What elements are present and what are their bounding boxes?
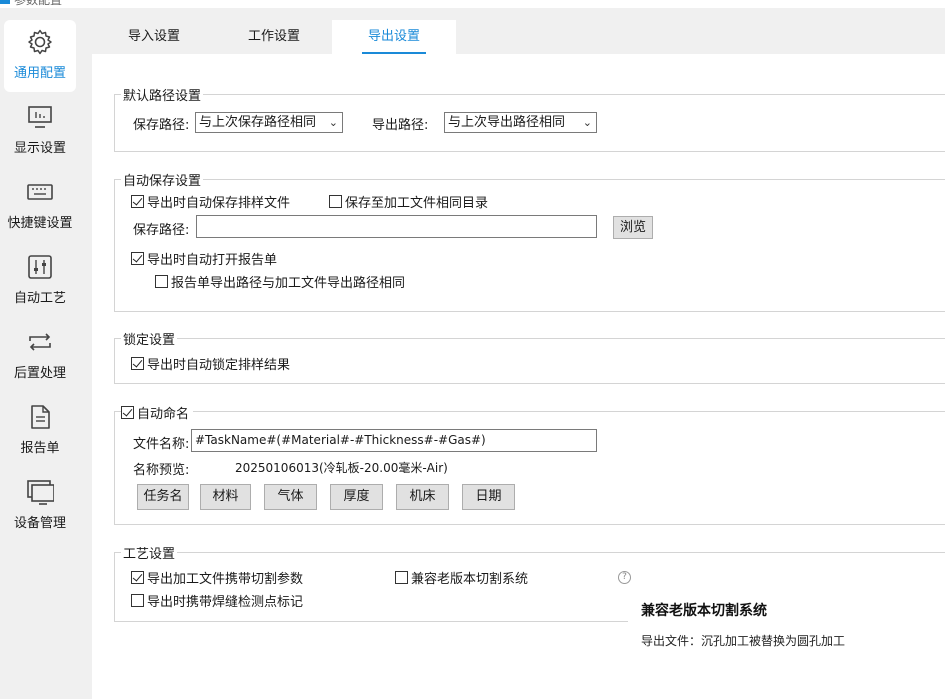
tab-label: 导入设置 — [127, 29, 180, 44]
sidebar-item-report[interactable]: 报告单 — [4, 395, 76, 467]
group-title: 默认路径设置 — [121, 85, 204, 104]
save-path-label: 保存路径: — [133, 118, 190, 133]
group-title: 锁定设置 — [121, 329, 178, 348]
name-preview-label: 名称预览: — [133, 463, 190, 478]
sidebar-item-label: 自动工艺 — [13, 291, 66, 306]
tab-bar: 导入设置 工作设置 导出设置 — [92, 8, 945, 54]
monitor-icon — [28, 106, 52, 128]
group-title: 工艺设置 — [121, 543, 178, 562]
save-to-same-dir-checkbox[interactable]: 保存至加工文件相同目录 — [329, 192, 488, 211]
checkbox-checked-icon — [131, 357, 144, 370]
checkbox-checked-icon — [131, 252, 144, 265]
sidebar-item-label: 设备管理 — [13, 516, 66, 531]
auto-save-path-label: 保存路径: — [133, 223, 190, 238]
tag-machine-button[interactable]: 机床 — [396, 484, 449, 510]
help-icon[interactable]: ? — [618, 571, 631, 584]
tag-date-button[interactable]: 日期 — [462, 484, 515, 510]
gear-icon — [28, 29, 52, 55]
checkbox-checked-icon — [131, 195, 144, 208]
app-icon — [0, 0, 10, 4]
checkbox-label: 导出时携带焊缝检测点标记 — [147, 595, 304, 610]
file-name-label: 文件名称: — [133, 437, 190, 452]
export-path-select[interactable]: 与上次导出路径相同 ⌄ — [444, 112, 597, 133]
sidebar-item-general[interactable]: 通用配置 — [4, 20, 76, 92]
auto-naming-checkbox[interactable]: 自动命名 — [121, 403, 194, 422]
compat-old-system-checkbox[interactable]: 兼容老版本切割系统 — [395, 568, 528, 587]
tab-export-settings[interactable]: 导出设置 — [332, 20, 456, 54]
save-path-select-value: 与上次保存路径相同 — [199, 115, 317, 130]
tooltip-title: 兼容老版本切割系统 — [641, 603, 767, 619]
checkbox-unchecked-icon — [131, 594, 144, 607]
report-same-path-checkbox[interactable]: 报告单导出路径与加工文件导出路径相同 — [155, 272, 405, 291]
file-name-input[interactable]: #TaskName#(#Material#-#Thickness#-#Gas#) — [191, 429, 597, 452]
tab-label: 导出设置 — [367, 29, 420, 44]
tag-gas-button[interactable]: 气体 — [264, 484, 317, 510]
sidebar-item-auto-process[interactable]: 自动工艺 — [4, 245, 76, 317]
tag-thickness-button[interactable]: 厚度 — [330, 484, 383, 510]
checkbox-label: 导出加工文件携带切割参数 — [147, 572, 304, 587]
auto-save-group: 自动保存设置 导出时自动保存排样文件 保存至加工文件相同目录 保存路径: 浏览 … — [114, 170, 945, 312]
auto-naming-group: 自动命名 文件名称: #TaskName#(#Material#-#Thickn… — [114, 403, 945, 525]
tag-task-name-button[interactable]: 任务名 — [137, 484, 189, 510]
keyboard-icon — [27, 184, 53, 200]
title-bar: 参数配置 — [0, 0, 945, 8]
sidebar-item-shortcuts[interactable]: 快捷键设置 — [4, 170, 76, 242]
sidebar-item-devices[interactable]: 设备管理 — [4, 470, 76, 542]
chevron-down-icon: ⌄ — [582, 116, 592, 129]
checkbox-checked-icon — [131, 571, 144, 584]
devices-icon — [27, 480, 54, 505]
weld-marks-checkbox[interactable]: 导出时携带焊缝检测点标记 — [131, 591, 303, 610]
tooltip-description: 导出文件：沉孔加工被替换为圆孔加工 — [641, 634, 846, 648]
tab-import-settings[interactable]: 导入设置 — [92, 20, 216, 54]
auto-lock-checkbox[interactable]: 导出时自动锁定排样结果 — [131, 354, 290, 373]
lock-group: 锁定设置 导出时自动锁定排样结果 — [114, 329, 945, 384]
default-path-group: 默认路径设置 保存路径: 与上次保存路径相同 ⌄ 导出路径: 与上次导出路径相同… — [114, 85, 945, 152]
name-preview-value: 20250106013(冷轧板-20.00毫米-Air) — [235, 461, 448, 475]
checkbox-label: 兼容老版本切割系统 — [411, 572, 529, 587]
export-path-label: 导出路径: — [372, 118, 429, 133]
tab-work-settings[interactable]: 工作设置 — [216, 20, 332, 54]
loop-arrows-icon — [29, 333, 51, 351]
tag-material-button[interactable]: 材料 — [200, 484, 251, 510]
checkbox-checked-icon — [121, 406, 134, 419]
sidebar: 通用配置 显示设置 快捷键设置 自动工艺 后置处理 报告单 设备管理 — [0, 8, 92, 699]
checkbox-label: 报告单导出路径与加工文件导出路径相同 — [171, 276, 406, 291]
checkbox-label: 导出时自动锁定排样结果 — [147, 358, 291, 373]
save-path-select[interactable]: 与上次保存路径相同 ⌄ — [195, 112, 343, 133]
sliders-icon — [28, 255, 52, 279]
sidebar-item-display[interactable]: 显示设置 — [4, 95, 76, 167]
checkbox-label: 自动命名 — [137, 407, 190, 422]
group-title: 自动保存设置 — [121, 170, 204, 189]
auto-save-on-export-checkbox[interactable]: 导出时自动保存排样文件 — [131, 192, 290, 211]
checkbox-label: 导出时自动保存排样文件 — [147, 196, 291, 211]
checkbox-unchecked-icon — [329, 195, 342, 208]
browse-button[interactable]: 浏览 — [613, 216, 653, 239]
checkbox-label: 导出时自动打开报告单 — [147, 253, 278, 268]
carry-cut-params-checkbox[interactable]: 导出加工文件携带切割参数 — [131, 568, 303, 587]
auto-open-report-checkbox[interactable]: 导出时自动打开报告单 — [131, 249, 277, 268]
checkbox-unchecked-icon — [395, 571, 408, 584]
checkbox-unchecked-icon — [155, 275, 168, 288]
sidebar-item-post-process[interactable]: 后置处理 — [4, 320, 76, 392]
window-title: 参数配置 — [14, 0, 63, 7]
export-settings-panel: 默认路径设置 保存路径: 与上次保存路径相同 ⌄ 导出路径: 与上次导出路径相同… — [92, 54, 945, 699]
auto-save-path-input[interactable] — [196, 215, 597, 238]
checkbox-label: 保存至加工文件相同目录 — [345, 196, 489, 211]
sidebar-item-label: 快捷键设置 — [7, 216, 73, 231]
document-icon — [31, 405, 50, 429]
export-path-select-value: 与上次导出路径相同 — [448, 115, 566, 130]
tooltip: 兼容老版本切割系统 导出文件：沉孔加工被替换为圆孔加工 — [628, 588, 945, 658]
chevron-down-icon: ⌄ — [328, 116, 338, 129]
sidebar-item-label: 通用配置 — [13, 66, 66, 81]
sidebar-item-label: 显示设置 — [13, 141, 66, 156]
sidebar-item-label: 报告单 — [20, 441, 60, 456]
sidebar-item-label: 后置处理 — [13, 366, 66, 381]
tab-label: 工作设置 — [247, 29, 300, 44]
